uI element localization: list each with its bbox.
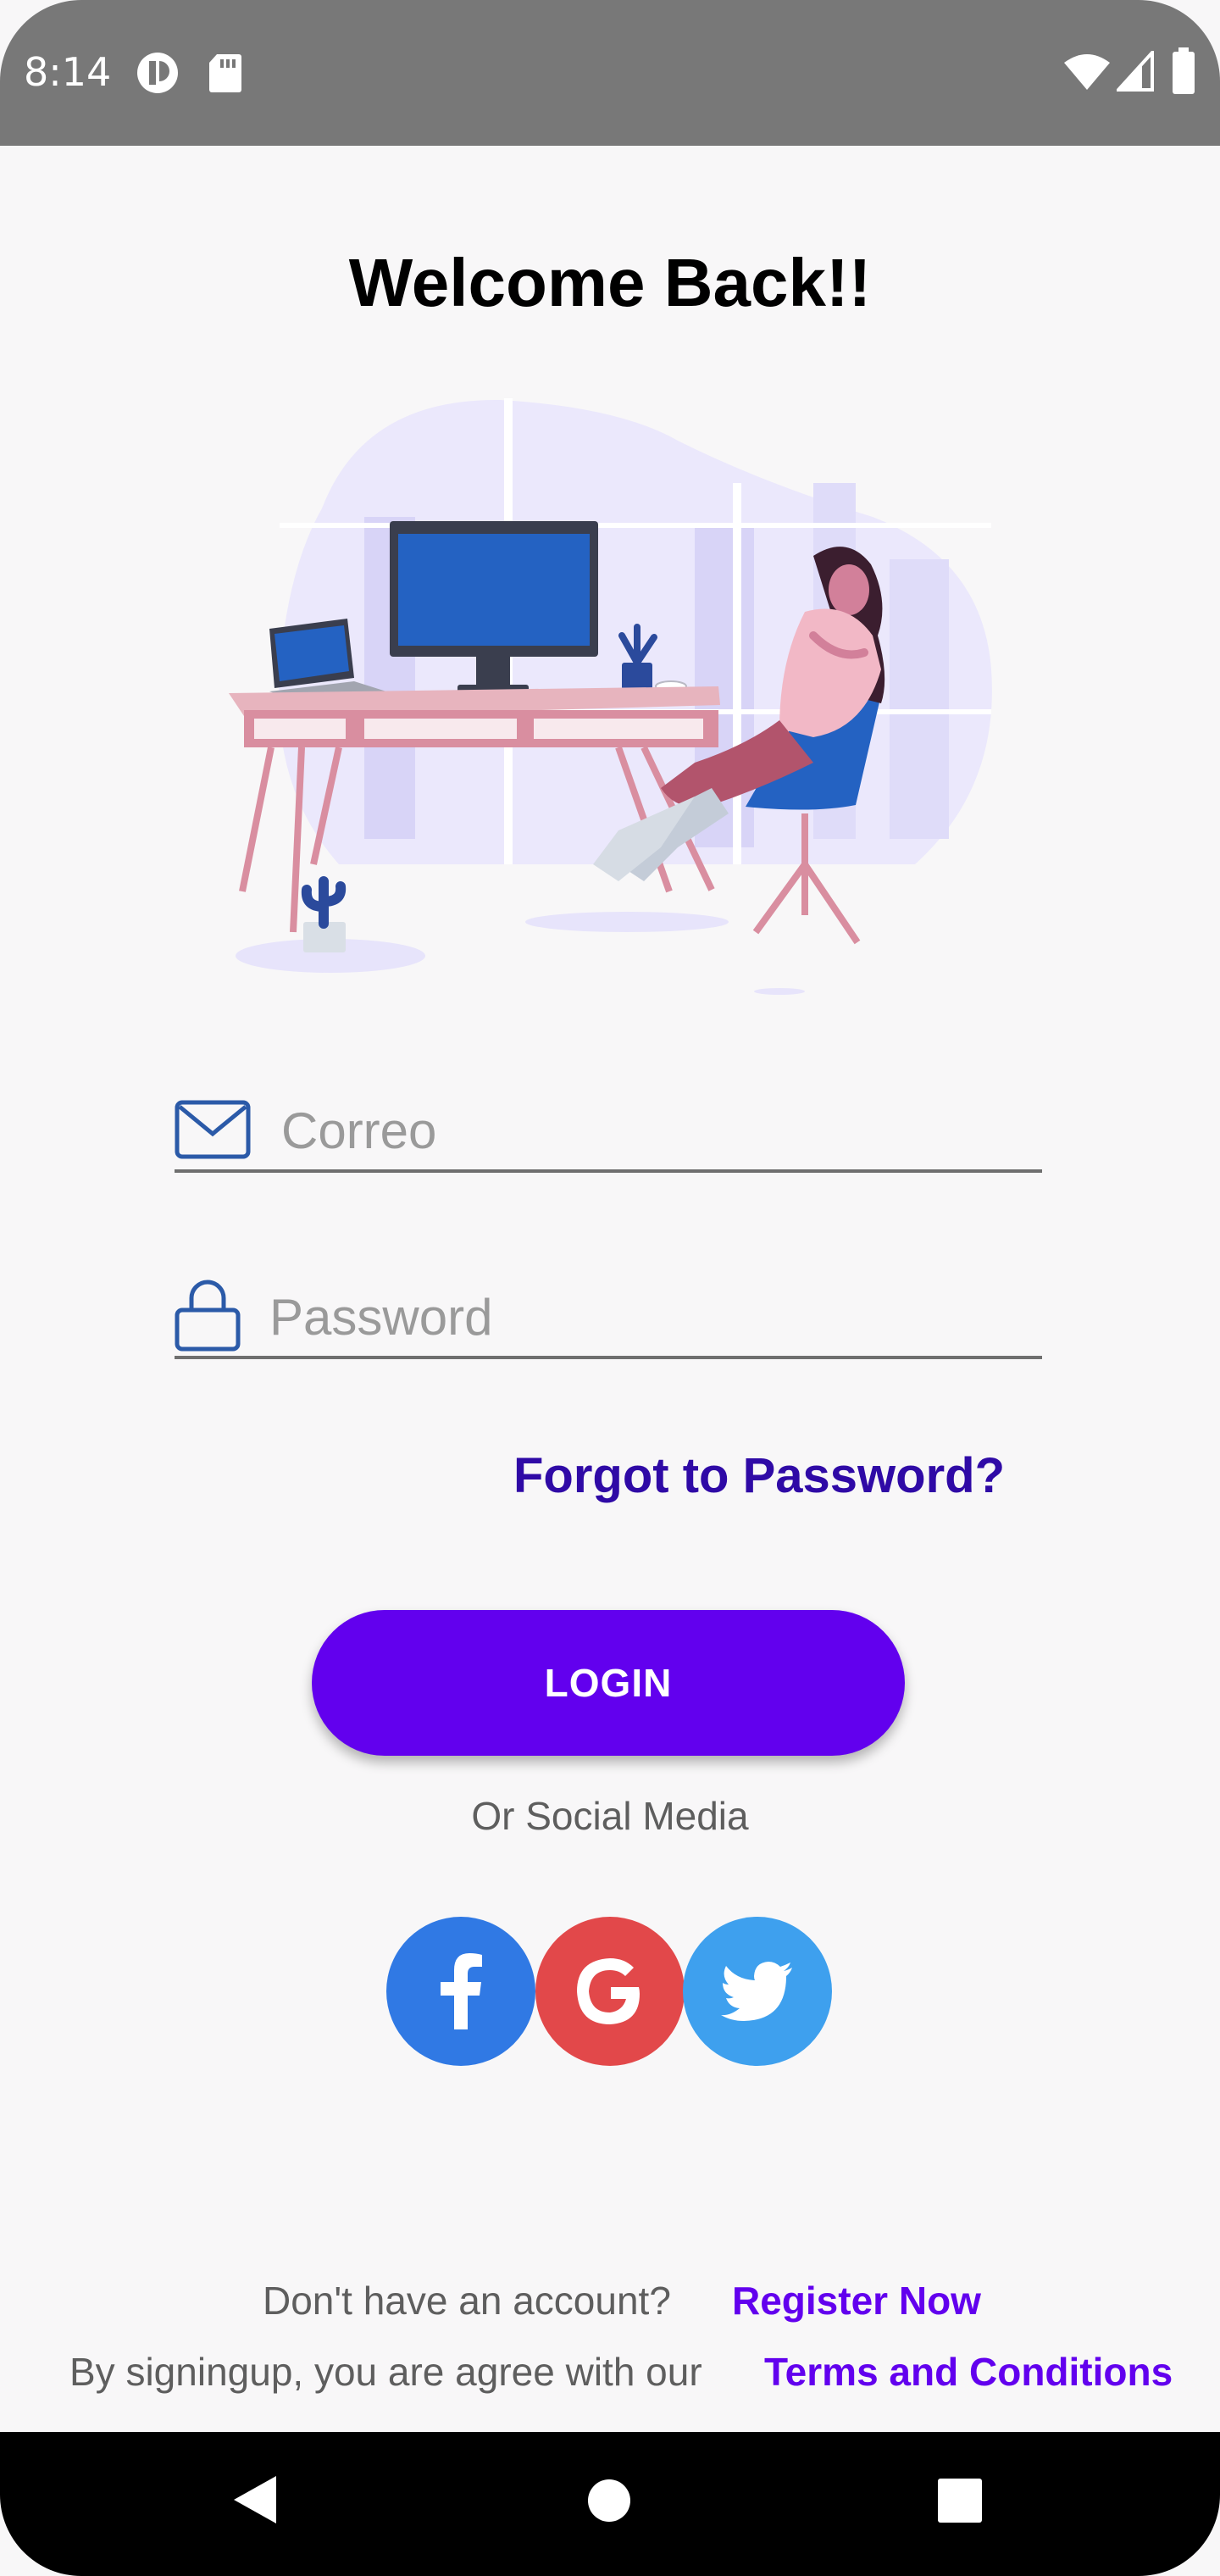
forgot-password-link[interactable]: Forgot to Password? — [513, 1447, 1005, 1504]
google-icon — [577, 1958, 640, 2024]
terms-and-conditions-link[interactable]: Terms and Conditions — [764, 2349, 1173, 2395]
email-input[interactable] — [281, 1096, 1027, 1164]
twitter-icon — [721, 1962, 792, 2021]
cell-signal-icon — [1117, 51, 1154, 92]
terms-text: By signingup, you are agree with our — [69, 2350, 702, 2394]
facebook-icon — [441, 1953, 482, 2029]
password-field[interactable] — [175, 1271, 1042, 1359]
no-account-text: Don't have an account? — [263, 2279, 671, 2323]
wifi-icon — [1064, 54, 1110, 90]
navigation-bar — [0, 2432, 1220, 2576]
register-now-link[interactable]: Register Now — [732, 2278, 981, 2323]
battery-icon — [1173, 47, 1195, 94]
google-login-button[interactable] — [535, 1917, 685, 2066]
page-title: Welcome Back!! — [348, 245, 872, 320]
status-bar: 8:14 — [0, 0, 1220, 146]
privacy-indicator-icon — [137, 53, 178, 93]
password-input[interactable] — [269, 1283, 1027, 1351]
email-field[interactable] — [175, 1085, 1042, 1173]
sd-card-icon — [209, 54, 241, 92]
woman-at-desk-illustration — [229, 398, 992, 995]
recents-icon[interactable] — [937, 2478, 983, 2523]
home-icon[interactable] — [586, 2478, 632, 2523]
twitter-login-button[interactable] — [683, 1917, 832, 2066]
status-time: 8:14 — [24, 49, 112, 95]
facebook-login-button[interactable] — [386, 1917, 535, 2066]
login-button[interactable]: LOGIN — [312, 1610, 905, 1756]
mail-icon — [175, 1100, 251, 1159]
or-social-media-label: Or Social Media — [471, 1794, 749, 1838]
lock-icon — [175, 1280, 241, 1352]
back-icon[interactable] — [232, 2474, 278, 2525]
